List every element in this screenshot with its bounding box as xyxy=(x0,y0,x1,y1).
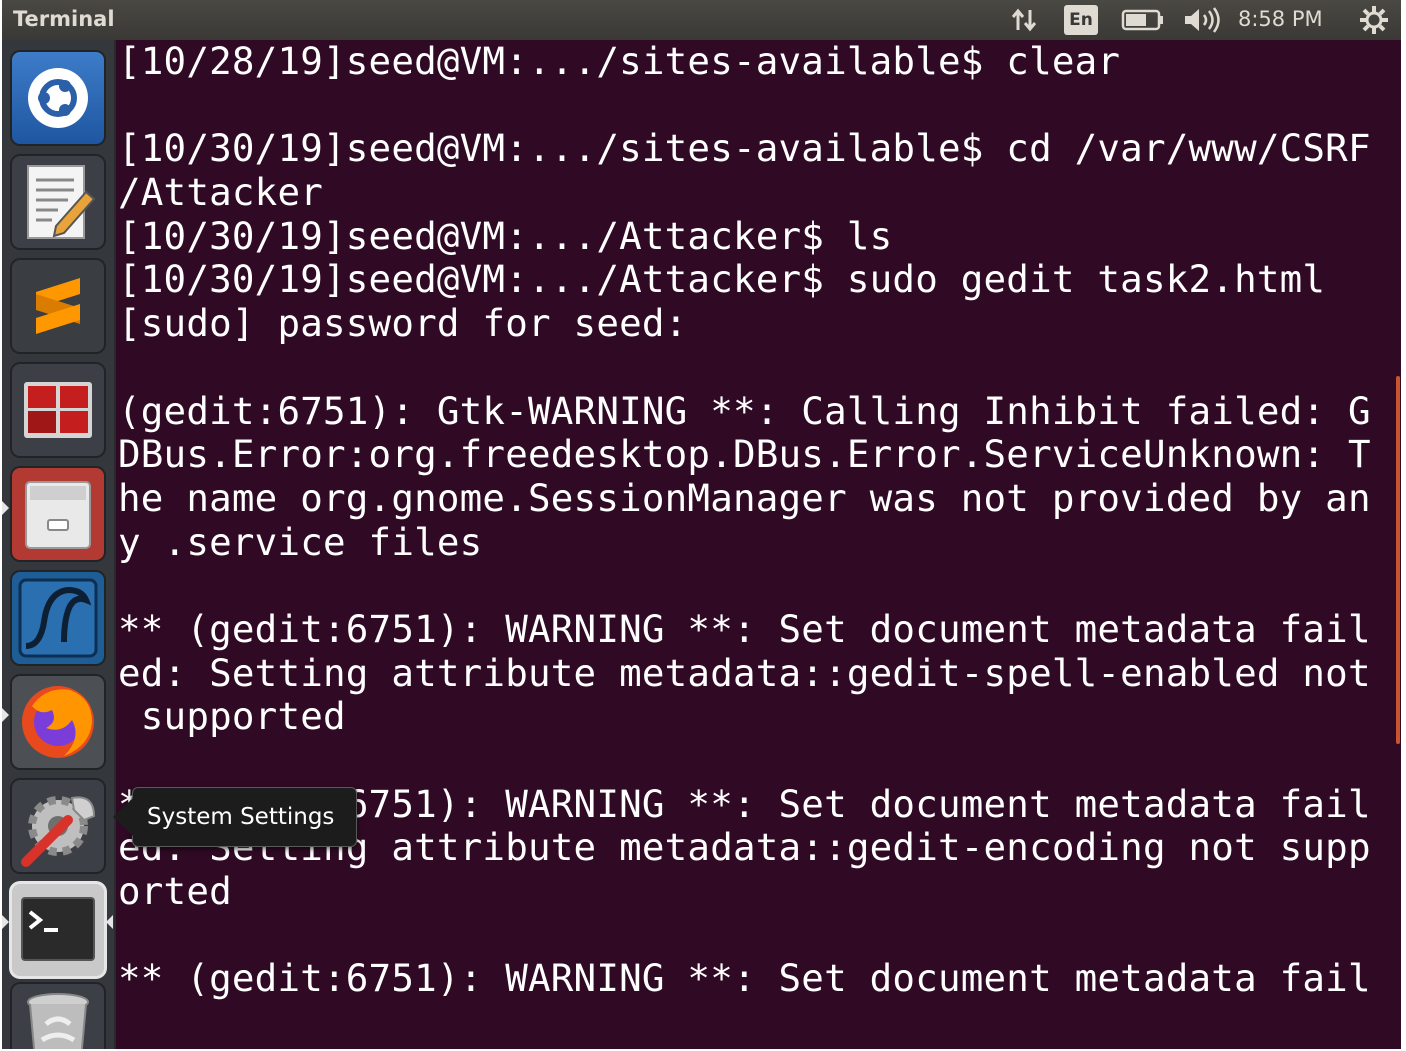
terminal-output[interactable]: [10/28/19]seed@VM:.../sites-available$ c… xyxy=(118,40,1388,1049)
terminal-line: orted xyxy=(118,869,232,914)
app-title: Terminal xyxy=(13,7,115,31)
launcher-item-wireshark[interactable] xyxy=(12,572,104,664)
launcher-item-workspace-switcher[interactable] xyxy=(12,364,104,456)
terminal-lines: [10/28/19]seed@VM:.../sites-available$ c… xyxy=(118,40,1388,1001)
battery-icon[interactable] xyxy=(1120,0,1166,40)
file-cabinet-icon xyxy=(25,481,91,549)
sublime-text-icon xyxy=(36,278,80,334)
workspace-switcher-icon xyxy=(24,382,92,438)
launcher-item-ubuntu-dash[interactable] xyxy=(12,52,104,144)
desktop-screen: Terminal En 8:58 PM [10/28/19]seed@VM:..… xyxy=(2,0,1401,1049)
settings-icon[interactable] xyxy=(1357,0,1391,40)
terminal-scrollbar[interactable] xyxy=(1396,376,1400,744)
firefox-icon xyxy=(22,686,94,758)
launcher-item-sublime-text[interactable] xyxy=(12,260,104,352)
focused-indicator xyxy=(106,915,113,929)
launcher-item-firefox[interactable] xyxy=(12,676,104,768)
text-editor-icon xyxy=(27,165,96,239)
terminal-line: /Attacker xyxy=(118,170,323,215)
launcher-item-system-settings[interactable] xyxy=(12,780,104,872)
keyboard-layout-label: En xyxy=(1064,5,1098,35)
terminal-line: [sudo] password for seed: xyxy=(118,301,688,346)
terminal-line: [10/30/19]seed@VM:.../Attacker$ ls xyxy=(118,213,893,258)
launcher xyxy=(2,40,116,1049)
launcher-item-text-editor[interactable] xyxy=(12,156,104,248)
terminal-line: ed: Setting attribute metadata::gedit-sp… xyxy=(118,650,1371,695)
running-indicator xyxy=(2,501,9,515)
ubuntu-logo-icon xyxy=(28,68,88,128)
top-panel: Terminal En 8:58 PM xyxy=(2,0,1401,40)
keyboard-icon[interactable]: En xyxy=(1062,0,1100,40)
clock[interactable]: 8:58 PM xyxy=(1238,7,1323,31)
settings-wrench-icon xyxy=(21,796,96,867)
terminal-line: [10/30/19]seed@VM:.../Attacker$ sudo ged… xyxy=(118,257,1326,302)
terminal-line: [10/30/19]seed@VM:.../sites-available$ c… xyxy=(118,126,1371,171)
terminal-line: supported xyxy=(118,694,346,739)
terminal-line: ** (gedit:6751): WARNING **: Set documen… xyxy=(118,606,1371,651)
tooltip-text: System Settings xyxy=(147,804,335,830)
terminal-icon xyxy=(21,897,95,961)
running-indicator xyxy=(2,708,9,722)
terminal-line: [10/28/19]seed@VM:.../sites-available$ c… xyxy=(118,40,1121,83)
terminal-line: ** (gedit:6751): WARNING **: Set documen… xyxy=(118,956,1371,1001)
launcher-tooltip: System Settings xyxy=(112,787,358,847)
network-icon[interactable] xyxy=(1006,0,1042,40)
trash-icon xyxy=(27,993,89,1049)
wireshark-fin-icon xyxy=(18,578,98,658)
volume-icon[interactable] xyxy=(1180,0,1224,40)
launcher-item-terminal[interactable] xyxy=(12,884,104,976)
terminal-line: he name org.gnome.SessionManager was not… xyxy=(118,475,1371,520)
launcher-item-trash[interactable] xyxy=(12,984,104,1049)
running-indicator xyxy=(2,915,9,929)
terminal-line: DBus.Error:org.freedesktop.DBus.Error.Se… xyxy=(118,432,1371,477)
terminal-line: y .service files xyxy=(118,519,483,564)
launcher-item-files[interactable] xyxy=(12,468,104,560)
terminal-line: (gedit:6751): Gtk-WARNING **: Calling In… xyxy=(118,388,1371,433)
